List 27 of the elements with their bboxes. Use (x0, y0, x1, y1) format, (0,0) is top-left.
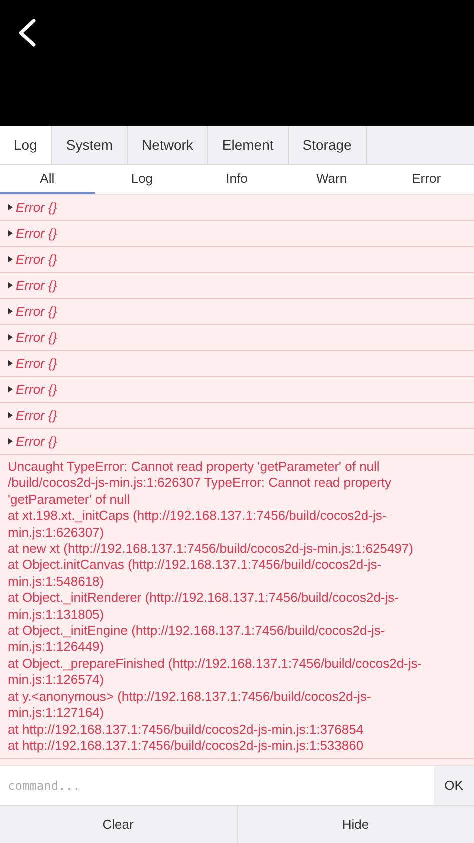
log-row[interactable]: Error {} (0, 195, 474, 221)
tab[interactable]: Log (0, 126, 52, 164)
ok-button[interactable]: OK (434, 766, 474, 805)
log-text: Error {} (16, 354, 58, 373)
log-text: Error {} (16, 380, 58, 399)
filter-tab[interactable]: Info (190, 165, 284, 194)
log-text: Error {} (16, 328, 58, 347)
log-row[interactable]: Error {} (0, 429, 474, 455)
log-row[interactable]: Error {} (0, 403, 474, 429)
log-row[interactable]: Error {} (0, 247, 474, 273)
log-text: Error {} (16, 406, 58, 425)
log-text: Error {} (16, 276, 58, 295)
log-text: Error {} (16, 250, 58, 269)
error-message: Uncaught TypeError: Cannot read property 'getParameter' of null /build/cocos2d-js-min.js:1:626307 TypeError: Cannot read property 'getParameter' of null at xt.198.xt._initCaps (http://192.168.137.1:7456/build/cocos2d-js-min.js:1:626307) at new xt (http://192.168.137.1:7456/build/cocos2d-js-min.js:1:625497) at Object.initCanvas (http://192.168.137.1:7456/build/cocos2d-js-min.js:1:548618) at Object._initRenderer (http://192.168.137.1:7456/build/cocos2d-js-min.js:1:131805) at Object._initEngine (http://192.168.137.1:7456/build/cocos2d-js-min.js:1:126449) at Object._prepareFinished (http://192.168.137.1:7456/build/cocos2d-js-min.js:1:126574) at y.<anonymous> (http://192.168.137.1:7456/build/cocos2d-js-min.js:1:127164) at http://192.168.137.1:7456/build/cocos2d-js-min.js:1:376854 at http://192.168.137.1:7456/build/cocos2d-js-min.js:1:533860 (0, 455, 474, 760)
log-row[interactable]: Error {} (0, 325, 474, 351)
filter-tab[interactable]: Log (94, 165, 190, 194)
log-row[interactable]: Error {} (0, 273, 474, 299)
log-row[interactable]: Error {} (0, 221, 474, 247)
log-text: Error {} (16, 302, 58, 321)
filter-tab[interactable]: Error (379, 165, 474, 194)
log-row[interactable]: Error {} (0, 351, 474, 377)
log-text: Error {} (16, 224, 58, 243)
log-text: Error {} (16, 198, 58, 217)
log-row[interactable]: Error {} (0, 377, 474, 403)
filter-tab[interactable]: Warn (284, 165, 380, 194)
log-row[interactable]: Error {} (0, 299, 474, 325)
log-text: Error {} (16, 432, 58, 451)
